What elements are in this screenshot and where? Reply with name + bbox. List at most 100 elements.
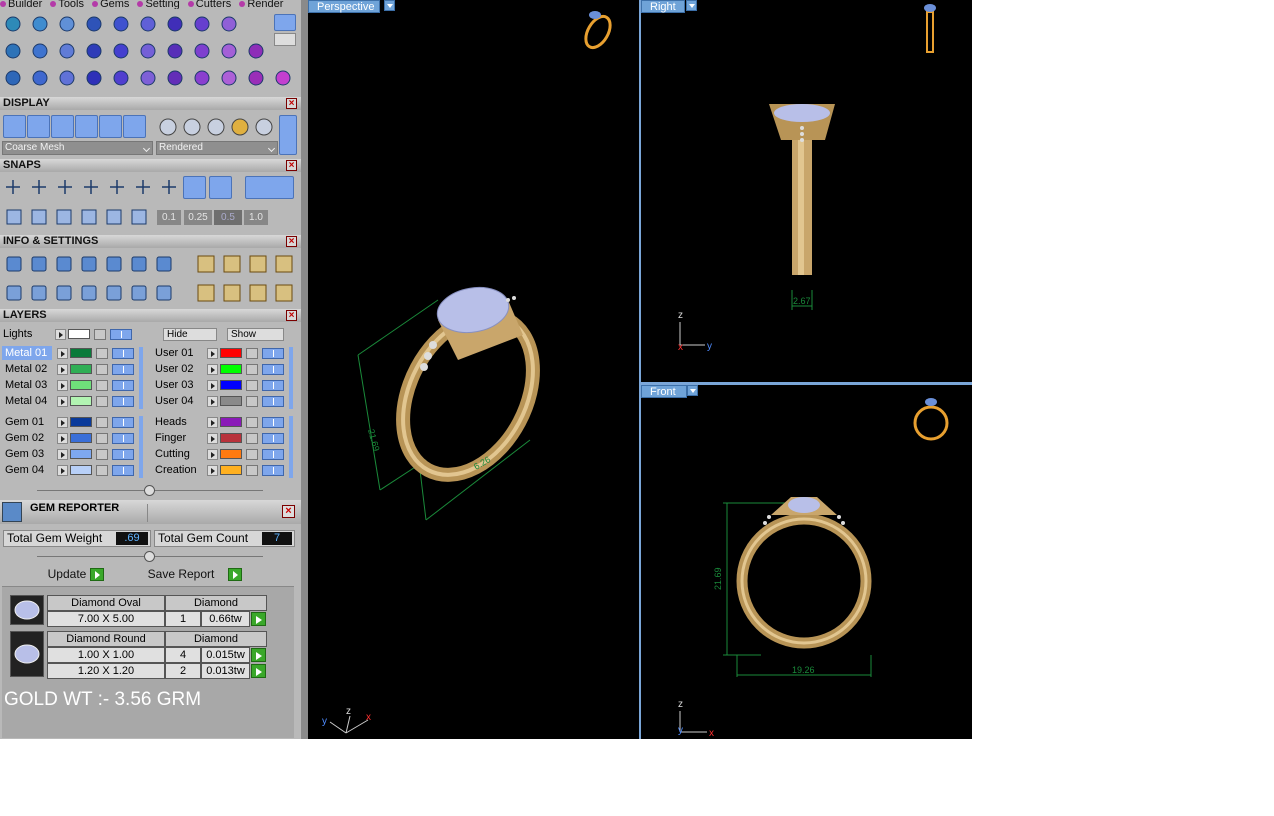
select-gem-button[interactable]	[251, 648, 266, 662]
visibility-toggle[interactable]	[262, 465, 284, 476]
view-cube-icon[interactable]	[28, 206, 50, 228]
lock-icon[interactable]	[246, 433, 258, 444]
expand-icon[interactable]	[57, 348, 68, 359]
visibility-toggle[interactable]	[112, 396, 134, 407]
lights-swatch[interactable]	[68, 329, 90, 339]
file-icon[interactable]	[110, 40, 132, 62]
close-icon[interactable]: ×	[286, 160, 297, 171]
cube-icon[interactable]	[153, 253, 175, 275]
render-select[interactable]: Rendered	[156, 141, 278, 155]
layer-name[interactable]: Cutting	[152, 447, 202, 461]
visibility-toggle[interactable]	[262, 417, 284, 428]
pipe-icon[interactable]	[137, 40, 159, 62]
layer-name[interactable]: Heads	[152, 415, 202, 429]
grid-snap-icon[interactable]	[272, 206, 294, 228]
layer-name[interactable]: User 04	[152, 394, 202, 408]
visibility-toggle[interactable]	[112, 348, 134, 359]
lock-icon[interactable]	[246, 380, 258, 391]
material-1-icon[interactable]	[157, 116, 179, 138]
trim-icon[interactable]	[218, 67, 240, 89]
hook-icon[interactable]	[195, 253, 217, 275]
scrollbar[interactable]	[139, 416, 143, 478]
expand-icon[interactable]	[57, 417, 68, 428]
update-button[interactable]: Update	[40, 567, 112, 582]
camera-icon[interactable]	[191, 13, 213, 35]
lock-icon[interactable]	[96, 417, 108, 428]
tab-tools[interactable]: Tools	[50, 0, 84, 9]
plane-icon[interactable]	[103, 206, 125, 228]
fillet-icon[interactable]	[56, 67, 78, 89]
visibility-toggle[interactable]	[112, 417, 134, 428]
close-icon[interactable]: ×	[286, 98, 297, 109]
visibility-toggle[interactable]	[112, 380, 134, 391]
visibility-toggle[interactable]	[112, 433, 134, 444]
cursor-icon[interactable]	[128, 206, 150, 228]
gold-icon[interactable]	[229, 116, 251, 138]
monitor-icon[interactable]	[28, 282, 50, 304]
layer-name[interactable]: Metal 01	[2, 346, 52, 360]
layer-color-swatch[interactable]	[220, 348, 242, 358]
close-icon[interactable]: ×	[286, 236, 297, 247]
tab-render[interactable]: Render	[239, 0, 283, 9]
collapse-handle[interactable]	[144, 551, 155, 562]
layer-name[interactable]: Metal 04	[2, 394, 52, 408]
chain-icon[interactable]	[245, 40, 267, 62]
layout-toggle-button[interactable]	[274, 14, 296, 31]
mirror-icon[interactable]	[83, 40, 105, 62]
visibility-toggle[interactable]	[112, 449, 134, 460]
layer-color-swatch[interactable]	[220, 433, 242, 443]
material-3-icon[interactable]	[205, 116, 227, 138]
layer-color-swatch[interactable]	[70, 348, 92, 358]
expand-icon[interactable]	[207, 465, 218, 476]
lock-icon[interactable]	[96, 396, 108, 407]
curve-icon[interactable]	[29, 13, 51, 35]
visibility-toggle[interactable]	[262, 433, 284, 444]
layer-color-swatch[interactable]	[70, 449, 92, 459]
snap-value-1-0[interactable]: 1.0	[244, 210, 268, 225]
list-icon[interactable]	[153, 282, 175, 304]
visibility-toggle[interactable]	[262, 348, 284, 359]
layer-color-swatch[interactable]	[70, 380, 92, 390]
document-icon[interactable]	[103, 253, 125, 275]
surface-icon[interactable]	[2, 13, 24, 35]
tab-setting[interactable]: Setting	[137, 0, 179, 9]
visibility-toggle[interactable]	[262, 380, 284, 391]
layer-name[interactable]: Gem 01	[2, 415, 52, 429]
grid-icon[interactable]	[218, 40, 240, 62]
ortho-button[interactable]	[245, 176, 294, 199]
layer-color-swatch[interactable]	[70, 364, 92, 374]
layer-color-swatch[interactable]	[70, 417, 92, 427]
snap-curve-icon[interactable]	[28, 176, 50, 198]
snap-circle-icon[interactable]	[158, 176, 180, 198]
expand-icon[interactable]	[57, 380, 68, 391]
visibility-toggle[interactable]	[262, 396, 284, 407]
material-2-icon[interactable]	[181, 116, 203, 138]
cube-icon[interactable]	[53, 282, 75, 304]
layer-color-swatch[interactable]	[70, 433, 92, 443]
star-icon[interactable]	[164, 13, 186, 35]
expand-icon[interactable]	[57, 449, 68, 460]
lock-icon[interactable]	[246, 417, 258, 428]
scrollbar[interactable]	[139, 347, 143, 409]
layer-name[interactable]: User 01	[152, 346, 202, 360]
snap-active-button[interactable]	[183, 176, 206, 199]
show-button[interactable]: Show	[227, 328, 284, 341]
frame-icon[interactable]	[221, 253, 243, 275]
delete-frame-icon[interactable]	[273, 253, 295, 275]
render-icon[interactable]	[75, 115, 98, 138]
scrollbar[interactable]	[289, 347, 293, 409]
lock-icon[interactable]	[246, 396, 258, 407]
tab-builder[interactable]: Builder	[0, 0, 42, 9]
expand-icon[interactable]	[57, 465, 68, 476]
expand-icon[interactable]	[207, 417, 218, 428]
chrome-icon[interactable]	[253, 116, 275, 138]
save-report-button[interactable]: Save Report	[131, 567, 259, 582]
filter-icon[interactable]	[103, 282, 125, 304]
gear-icon[interactable]	[218, 13, 240, 35]
snap-active-button[interactable]	[209, 176, 232, 199]
scale-icon[interactable]	[137, 67, 159, 89]
lock-icon[interactable]	[96, 465, 108, 476]
snap-center-icon[interactable]	[132, 176, 154, 198]
measure-icon[interactable]	[191, 67, 213, 89]
select-gem-button[interactable]	[251, 664, 266, 678]
